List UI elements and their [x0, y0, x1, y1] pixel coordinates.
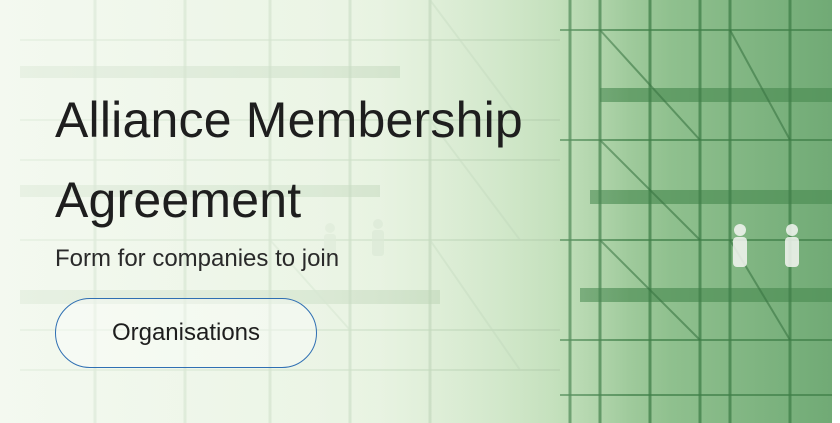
organisations-button[interactable]: Organisations	[55, 298, 317, 368]
page-title: Alliance Membership Agreement	[55, 92, 523, 228]
hero-content: Alliance Membership Agreement Form for c…	[55, 80, 655, 368]
hero-banner: Alliance Membership Agreement Form for c…	[0, 0, 840, 423]
right-edge-strip	[832, 0, 840, 423]
page-subtitle: Form for companies to join	[55, 245, 340, 272]
